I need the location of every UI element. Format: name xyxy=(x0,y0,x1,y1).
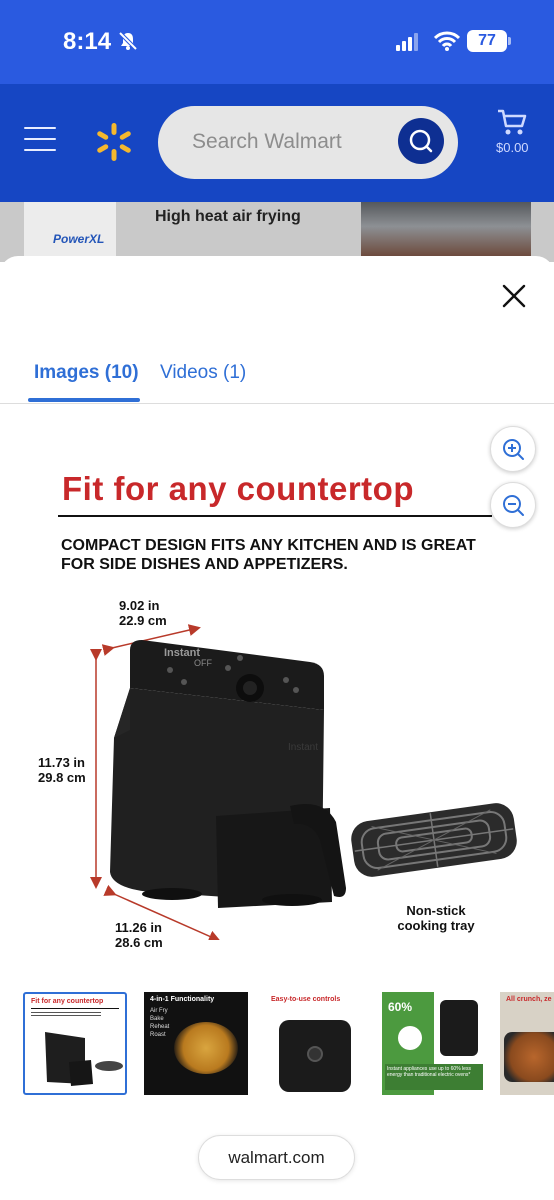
hamburger-menu-icon[interactable] xyxy=(24,127,56,153)
height-dimension: 11.73 in 29.8 cm xyxy=(38,755,86,785)
tab-videos[interactable]: Videos (1) xyxy=(160,362,246,384)
thumbnail-line: Air Fry xyxy=(150,1008,168,1014)
thumbnail-title: All crunch, ze xyxy=(506,996,552,1003)
wifi-icon xyxy=(434,31,460,51)
walmart-spark-logo[interactable] xyxy=(94,122,134,162)
thumbnail-4[interactable]: 60% Instant appliances use up to 60% les… xyxy=(382,992,486,1095)
banner-headline: High heat air frying xyxy=(155,208,301,225)
thumbnail-line: Reheat xyxy=(150,1024,170,1030)
domain-label[interactable]: walmart.com xyxy=(198,1148,355,1168)
cart-icon[interactable] xyxy=(496,108,528,136)
active-tab-indicator xyxy=(28,398,140,402)
thumbnail-caption: Instant appliances use up to 60% less en… xyxy=(385,1064,483,1090)
thumbnail-line: Roast xyxy=(150,1032,166,1038)
battery-indicator: 77 xyxy=(467,30,507,52)
thumbnail-food-image xyxy=(504,1032,554,1082)
air-fryer-illustration: Instant OFF Instant xyxy=(90,624,517,940)
search-icon xyxy=(409,129,433,153)
image-title: Fit for any countertop xyxy=(62,470,414,507)
thumbnail-5[interactable]: All crunch, ze xyxy=(500,992,554,1095)
tab-images[interactable]: Images (10) xyxy=(34,362,139,384)
thumbnail-fryer-image xyxy=(440,1000,478,1056)
thumbnail-dial xyxy=(307,1046,323,1062)
zoom-out-icon xyxy=(503,495,524,516)
banner-brand-logo: PowerXL xyxy=(53,232,105,246)
battery-nub xyxy=(508,37,511,45)
thumbnail-title: 60% xyxy=(388,1000,413,1014)
thumbnail-line: Bake xyxy=(150,1016,164,1022)
search-button[interactable] xyxy=(398,118,444,164)
image-subtitle: COMPACT DESIGN FITS ANY KITCHEN AND IS G… xyxy=(61,537,476,573)
thumbnail-2[interactable]: 4-in-1 Functionality Air Fry Bake Reheat… xyxy=(144,992,248,1095)
thumbnail-1[interactable]: Fit for any countertop xyxy=(23,992,127,1095)
tray-label: Non-stick cooking tray xyxy=(397,903,475,933)
height-cm: 29.8 cm xyxy=(38,770,86,785)
thumbnail-title: 4-in-1 Functionality xyxy=(150,996,215,1003)
tabs-divider xyxy=(0,403,554,404)
thumbnail-title: Fit for any countertop xyxy=(31,998,104,1005)
cart-total[interactable]: $0.00 xyxy=(496,140,529,155)
thumbnail-rule xyxy=(31,1008,119,1009)
thumbnail-3[interactable]: Easy-to-use controls xyxy=(263,992,367,1095)
zoom-in-button[interactable] xyxy=(490,426,536,472)
search-input[interactable]: Search Walmart xyxy=(192,130,342,154)
height-in: 11.73 in xyxy=(38,755,85,770)
thumbnail-fryer-image xyxy=(45,1032,123,1086)
thumbnail-title: Easy-to-use controls xyxy=(271,996,341,1003)
image-title-rule xyxy=(58,515,492,517)
fryer-side-logo: Instant xyxy=(288,742,318,753)
status-time: 8:14 xyxy=(63,28,112,55)
zoom-out-button[interactable] xyxy=(490,482,536,528)
thumbnail-plug-icon xyxy=(398,1026,422,1050)
thumbnail-fries-image xyxy=(174,1022,238,1074)
fryer-display: OFF xyxy=(194,658,212,668)
close-icon[interactable] xyxy=(500,282,528,310)
zoom-in-icon xyxy=(503,439,524,460)
banner-product-photo xyxy=(361,202,531,256)
thumbnail-subtitle-lines xyxy=(31,1012,101,1018)
signal-icon xyxy=(396,33,418,51)
bell-muted-icon xyxy=(118,31,138,51)
